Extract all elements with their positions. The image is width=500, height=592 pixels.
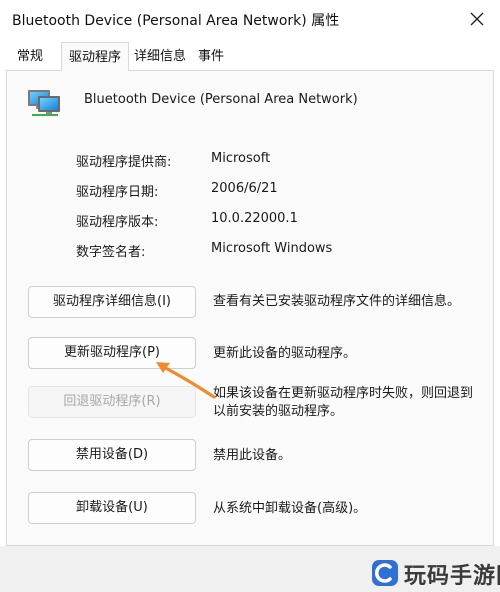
watermark-text: 玩码手游网 <box>404 563 500 589</box>
update-driver-description: 更新此设备的驱动程序。 <box>213 346 357 361</box>
date-label: 驱动程序日期: <box>76 185 159 200</box>
version-label: 驱动程序版本: <box>76 215 159 230</box>
driver-details-description: 查看有关已安装驱动程序文件的详细信息。 <box>213 294 461 309</box>
title-bar: Bluetooth Device (Personal Area Network)… <box>0 0 500 38</box>
watermark-logo-icon <box>372 560 398 586</box>
tab-driver[interactable]: 驱动程序 <box>61 42 130 71</box>
window-title: Bluetooth Device (Personal Area Network)… <box>12 13 340 29</box>
uninstall-device-button[interactable]: 卸载设备(U) <box>28 492 196 524</box>
provider-label: 驱动程序提供商: <box>76 155 172 170</box>
signer-value: Microsoft Windows <box>211 241 333 256</box>
tab-details[interactable]: 详细信息 <box>127 44 193 70</box>
disable-device-description: 禁用此设备。 <box>213 448 292 463</box>
version-value: 10.0.22000.1 <box>211 211 298 226</box>
signer-label: 数字签名者: <box>76 245 146 260</box>
tab-events[interactable]: 事件 <box>191 44 231 70</box>
roll-back-driver-description: 如果该设备在更新驱动程序时失败，则回退到以前安装的驱动程序。 <box>213 386 474 419</box>
date-value: 2006/6/21 <box>211 181 278 196</box>
driver-details-button[interactable]: 驱动程序详细信息(I) <box>28 286 196 318</box>
watermark: 玩码手游网 <box>370 556 500 590</box>
device-name: Bluetooth Device (Personal Area Network) <box>84 92 358 107</box>
close-button[interactable] <box>468 10 486 28</box>
tab-strip: 常规 驱动程序 详细信息 事件 <box>0 42 500 71</box>
network-adapter-icon <box>26 86 62 118</box>
roll-back-driver-button[interactable]: 回退驱动程序(R) <box>28 386 196 418</box>
tab-general[interactable]: 常规 <box>10 44 50 70</box>
uninstall-device-description: 从系统中卸载设备(高级)。 <box>213 501 367 516</box>
provider-value: Microsoft <box>211 151 271 166</box>
update-driver-button[interactable]: 更新驱动程序(P) <box>28 337 196 369</box>
disable-device-button[interactable]: 禁用设备(D) <box>28 439 196 471</box>
close-icon <box>470 12 484 26</box>
